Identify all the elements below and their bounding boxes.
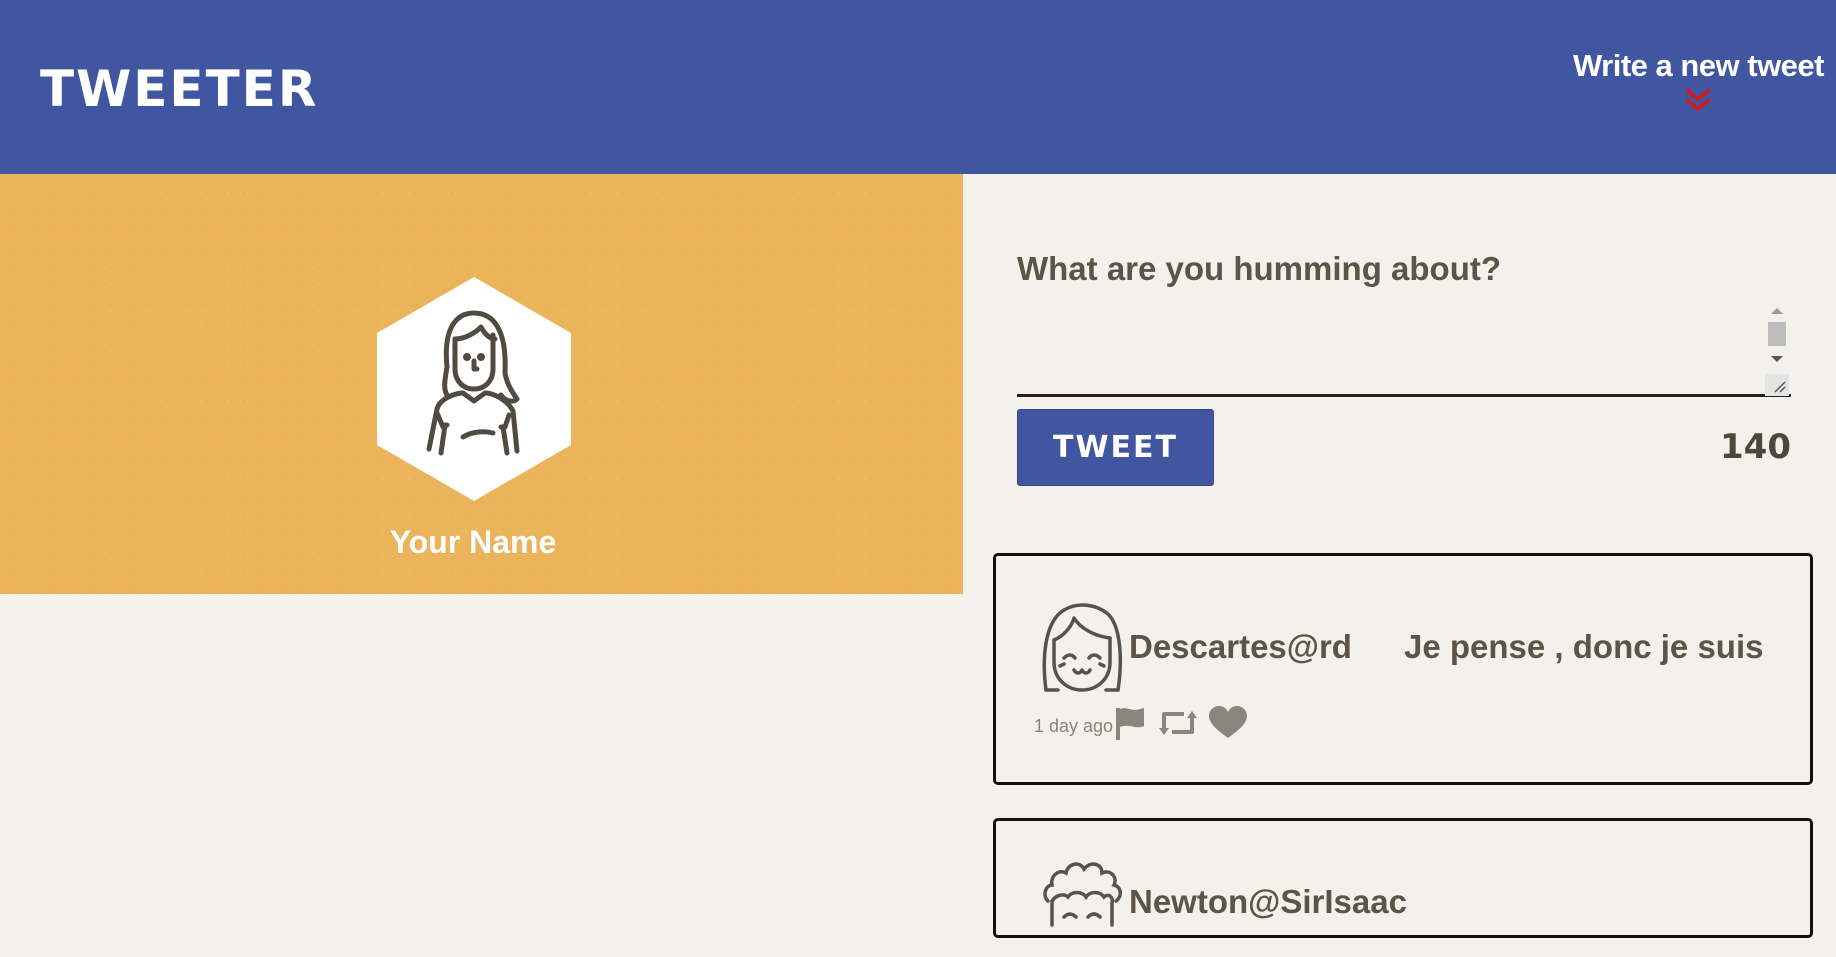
smiling-girl-avatar-icon <box>1042 603 1122 692</box>
curly-hair-avatar-icon <box>1043 862 1122 927</box>
tweet-content: Je pense , donc je suis <box>1404 628 1764 665</box>
write-new-tweet-link[interactable]: Write a new tweet <box>1572 48 1825 114</box>
brand-logo[interactable]: TWEETER <box>40 60 318 118</box>
textarea-scrollbar[interactable] <box>1765 304 1789 396</box>
profile-avatar <box>377 277 571 501</box>
tweet-button[interactable]: TWEET <box>1017 409 1214 486</box>
heart-icon[interactable] <box>1208 706 1248 744</box>
tweet-author-avatar <box>1038 600 1124 698</box>
tweet-textarea[interactable] <box>1017 298 1791 397</box>
top-navigation: TWEETER Write a new tweet <box>0 0 1836 174</box>
tweet-prompt-label: What are you humming about? <box>1017 250 1501 287</box>
tweet-author-handle[interactable]: Newton@SirIsaac <box>1129 883 1407 921</box>
retweet-icon[interactable] <box>1158 708 1198 742</box>
tweet-actions <box>1112 706 1248 744</box>
character-counter: 140 <box>1720 427 1791 467</box>
flag-icon[interactable] <box>1112 706 1148 744</box>
double-chevron-down-icon <box>1685 88 1712 112</box>
tweet-timestamp: 1 day ago <box>1034 716 1114 736</box>
new-tweet-form: What are you humming about? TWEET 140 <box>1017 250 1791 486</box>
tweet-author-handle[interactable]: Descartes@rd <box>1129 628 1352 666</box>
tweet-card: Descartes@rd Je pense , donc je suis 1 d… <box>993 553 1813 785</box>
write-new-tweet-label: Write a new tweet <box>1572 48 1825 83</box>
tweet-card: Newton@SirIsaac <box>993 818 1813 938</box>
profile-name: Your Name <box>389 524 557 560</box>
profile-banner: Your Name <box>0 174 963 594</box>
tweet-author-avatar <box>1038 855 1124 953</box>
